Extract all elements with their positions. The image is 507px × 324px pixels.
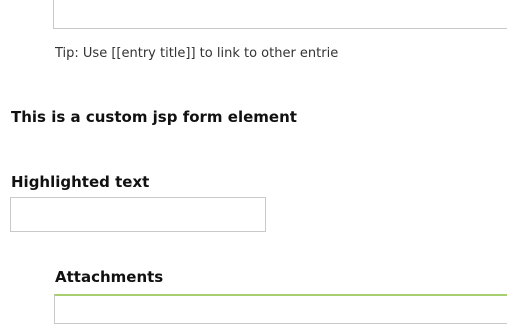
highlighted-text-input[interactable] <box>10 197 266 232</box>
attachments-label: Attachments <box>55 268 164 286</box>
highlighted-text-label: Highlighted text <box>11 173 150 191</box>
tip-text: Tip: Use [[entry title]] to link to othe… <box>55 46 339 61</box>
entry-text-area[interactable] <box>53 0 507 29</box>
custom-jsp-element-text: This is a custom jsp form element <box>11 108 297 126</box>
attachments-field[interactable] <box>54 294 507 324</box>
